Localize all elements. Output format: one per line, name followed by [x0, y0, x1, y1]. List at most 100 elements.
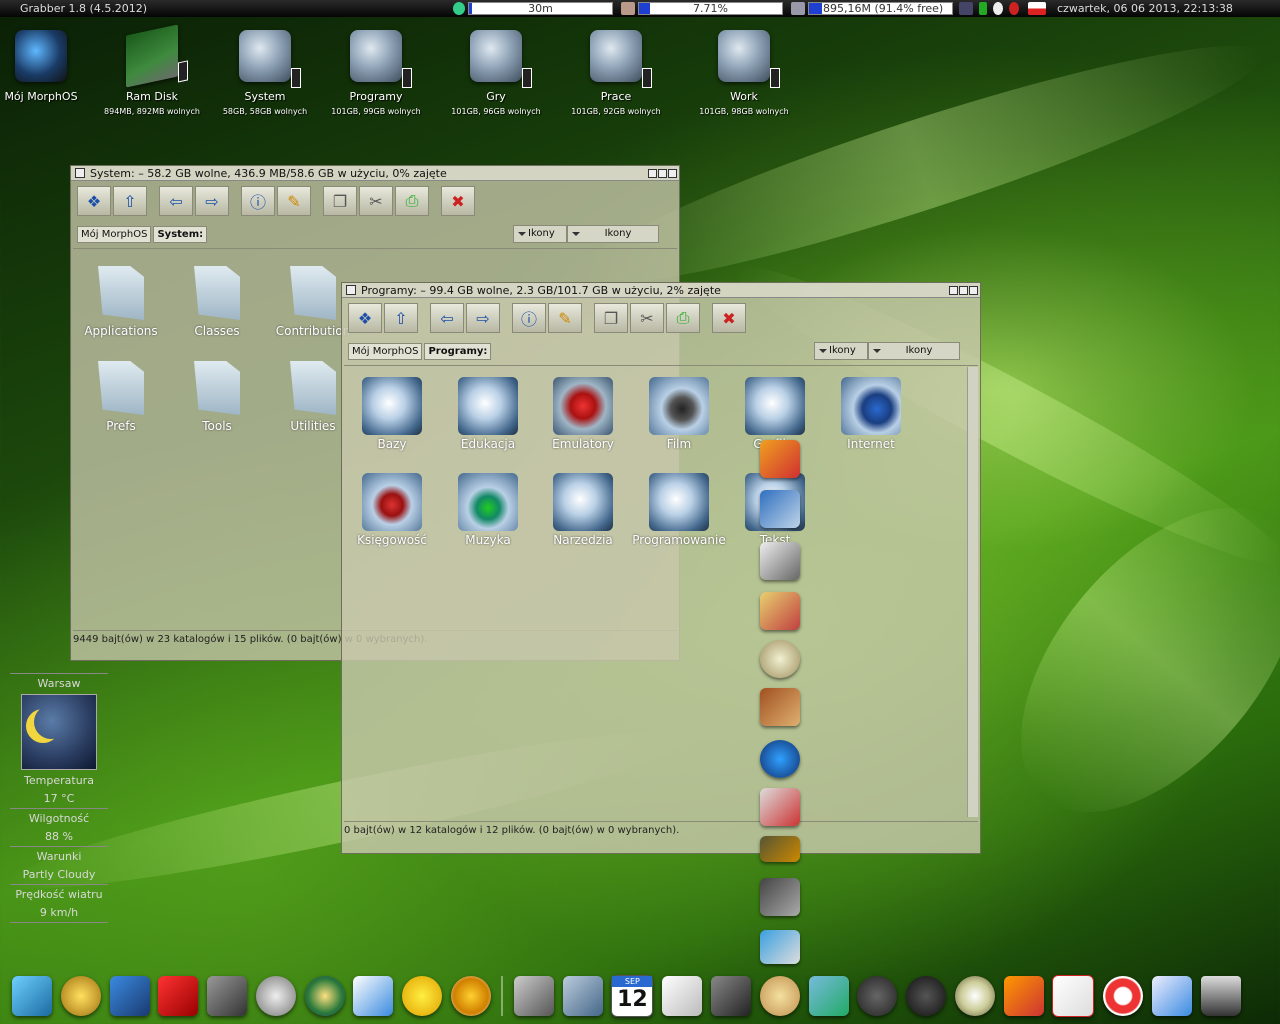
- root-button[interactable]: ❖: [348, 303, 382, 333]
- stack-item[interactable]: [760, 542, 800, 580]
- depth-icon[interactable]: [668, 168, 677, 178]
- network-computer-icon[interactable]: [562, 976, 603, 1016]
- breadcrumb-root[interactable]: Mój MorphOS: [77, 226, 152, 243]
- flag-poland-icon[interactable]: [1028, 2, 1046, 15]
- info-button[interactable]: ⓘ: [512, 303, 546, 333]
- stack-item[interactable]: [760, 688, 800, 726]
- sort-mode-dropdown[interactable]: Ikony: [868, 342, 960, 360]
- stopwatch-icon[interactable]: [255, 976, 296, 1016]
- desktop-icon-my-morphos[interactable]: Mój MorphOS: [0, 30, 96, 103]
- notes-icon[interactable]: [1151, 976, 1192, 1016]
- drawer-classes[interactable]: Classes: [169, 266, 265, 338]
- root-button[interactable]: ❖: [77, 186, 111, 216]
- globe-icon[interactable]: [304, 976, 345, 1016]
- back-button[interactable]: ⇦: [159, 186, 193, 216]
- delete-button[interactable]: ✖: [441, 186, 475, 216]
- document-icon[interactable]: [662, 976, 703, 1016]
- video-player-icon[interactable]: [207, 976, 248, 1016]
- drawer-bazy[interactable]: Bazy: [344, 377, 440, 451]
- load-meter[interactable]: 7.71%: [638, 2, 783, 15]
- mail-icon[interactable]: [993, 2, 1003, 15]
- programy-window[interactable]: Programy: – 99.4 GB wolne, 2.3 GB/101.7 …: [341, 282, 981, 854]
- first-aid-icon[interactable]: [1052, 975, 1095, 1017]
- film-reel-icon[interactable]: [857, 976, 898, 1016]
- stack-item[interactable]: [760, 740, 800, 778]
- stack-item[interactable]: [760, 490, 800, 528]
- pdf-icon[interactable]: [158, 976, 199, 1016]
- datetime[interactable]: czwartek, 06 06 2013, 22:13:38: [1057, 2, 1233, 15]
- parent-button[interactable]: ⇧: [384, 303, 418, 333]
- view-mode-dropdown[interactable]: Ikony: [513, 225, 567, 243]
- drawer-film[interactable]: Film: [631, 377, 727, 451]
- desktop-icon-programy[interactable]: Programy 101GB, 99GB wolnych: [321, 30, 431, 116]
- drawer-programowanie[interactable]: Programowanie: [631, 473, 727, 547]
- depth-icon[interactable]: [969, 285, 978, 295]
- paste-button[interactable]: ⎙: [395, 186, 429, 216]
- drawer-internet[interactable]: Internet: [823, 377, 919, 451]
- desktop-icon-system[interactable]: System 58GB, 58GB wolnych: [210, 30, 320, 116]
- view-mode-dropdown[interactable]: Ikony: [814, 342, 868, 360]
- vertical-scrollbar[interactable]: [967, 367, 978, 817]
- drawer-ksiegowosc[interactable]: Księgowość: [344, 473, 440, 547]
- cpu-meter[interactable]: 30m: [468, 2, 613, 15]
- drawer-muzyka[interactable]: Muzyka: [440, 473, 536, 547]
- notebook-icon[interactable]: [109, 976, 150, 1016]
- breadcrumb-current[interactable]: Programy:: [424, 343, 492, 360]
- calendar-icon[interactable]: SEP 12: [611, 975, 654, 1017]
- stack-item[interactable]: [760, 930, 800, 964]
- cut-button[interactable]: ✂: [359, 186, 393, 216]
- stack-item[interactable]: [760, 878, 800, 916]
- info-button[interactable]: ⓘ: [241, 186, 275, 216]
- back-button[interactable]: ⇦: [430, 303, 464, 333]
- drawer-tools[interactable]: Tools: [169, 361, 265, 433]
- zoom-icon[interactable]: [658, 168, 667, 178]
- active-app-title[interactable]: Grabber 1.8 (4.5.2012): [0, 2, 450, 15]
- cd-burner-icon[interactable]: [954, 976, 995, 1016]
- close-gadget-icon[interactable]: [75, 168, 85, 178]
- forward-button[interactable]: ⇨: [466, 303, 500, 333]
- zoom-icon[interactable]: [959, 285, 968, 295]
- forward-button[interactable]: ⇨: [195, 186, 229, 216]
- window-titlebar[interactable]: Programy: – 99.4 GB wolne, 2.3 GB/101.7 …: [342, 283, 980, 298]
- keyboard-grid-icon[interactable]: [513, 976, 554, 1016]
- headphones-icon[interactable]: [906, 976, 947, 1016]
- stack-item[interactable]: [760, 836, 800, 862]
- rubber-duck-icon[interactable]: [402, 976, 443, 1016]
- delete-button[interactable]: ✖: [712, 303, 746, 333]
- sort-mode-dropdown[interactable]: Ikony: [567, 225, 659, 243]
- close-gadget-icon[interactable]: [346, 285, 356, 295]
- memory-meter[interactable]: 895,16M (91.4% free): [808, 2, 953, 15]
- image-viewer-icon[interactable]: [808, 976, 849, 1016]
- network-icon[interactable]: [979, 2, 987, 15]
- copy-button[interactable]: ❐: [323, 186, 357, 216]
- cut-button[interactable]: ✂: [630, 303, 664, 333]
- rename-button[interactable]: ✎: [277, 186, 311, 216]
- iconify-icon[interactable]: [949, 285, 958, 295]
- rename-button[interactable]: ✎: [548, 303, 582, 333]
- iconify-icon[interactable]: [648, 168, 657, 178]
- ink-pen-icon[interactable]: [710, 976, 751, 1016]
- drawer-applications[interactable]: Applications: [73, 266, 169, 338]
- mail-icon[interactable]: [353, 976, 394, 1016]
- drawer-edukacja[interactable]: Edukacja: [440, 377, 536, 451]
- desktop-icon-work[interactable]: Work 101GB, 98GB wolnych: [689, 30, 799, 116]
- speaker-icon[interactable]: [959, 2, 973, 15]
- palette-icon[interactable]: [759, 976, 800, 1016]
- window-titlebar[interactable]: System: – 58.2 GB wolne, 436.9 MB/58.6 G…: [71, 166, 679, 181]
- weather-sun-icon[interactable]: [451, 976, 492, 1016]
- trash-icon[interactable]: [1200, 976, 1241, 1016]
- graphics-card-icon[interactable]: [1003, 976, 1044, 1016]
- breadcrumb-current[interactable]: System:: [153, 226, 208, 243]
- copy-button[interactable]: ❐: [594, 303, 628, 333]
- drawer-prefs[interactable]: Prefs: [73, 361, 169, 433]
- stack-item[interactable]: [760, 640, 800, 678]
- breadcrumb-root[interactable]: Mój MorphOS: [348, 343, 423, 360]
- search-lifebuoy-icon[interactable]: [1103, 976, 1144, 1016]
- drawer-narzedzia[interactable]: Narzedzia: [535, 473, 631, 547]
- desktop-icon-ram-disk[interactable]: Ram Disk 894MB, 892MB wolnych: [97, 24, 207, 116]
- stack-item[interactable]: [760, 592, 800, 630]
- paste-button[interactable]: ⎙: [666, 303, 700, 333]
- stack-item[interactable]: [760, 440, 800, 478]
- desktop-icon-gry[interactable]: Gry 101GB, 96GB wolnych: [441, 30, 551, 116]
- parent-button[interactable]: ⇧: [113, 186, 147, 216]
